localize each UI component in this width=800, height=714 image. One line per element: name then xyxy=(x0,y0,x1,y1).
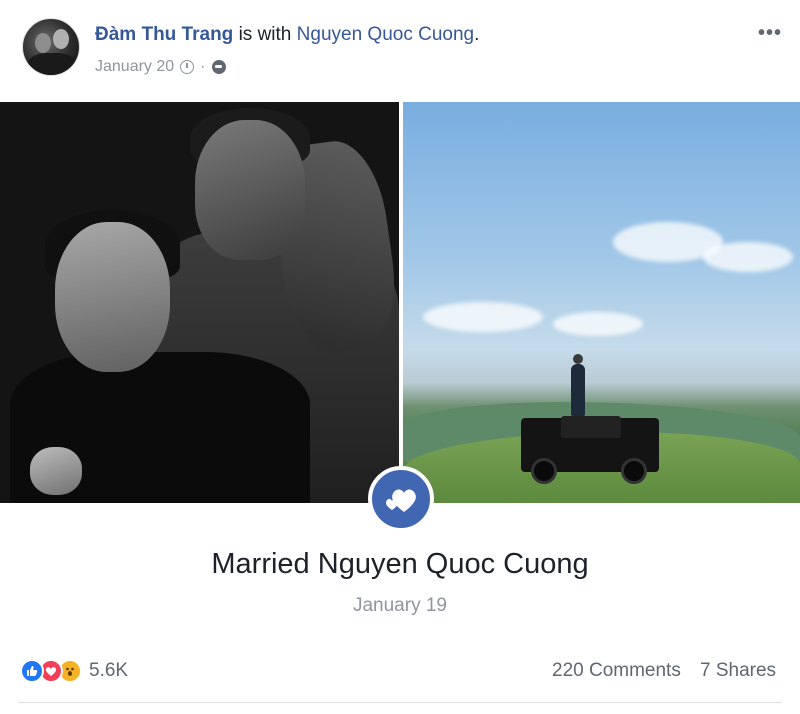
landscape-photo[interactable] xyxy=(403,102,800,503)
clock-icon xyxy=(180,60,195,74)
reactions-summary[interactable]: 5.6K xyxy=(20,659,128,683)
comments-count-link[interactable]: 220 Comments xyxy=(552,660,681,682)
author-name-link[interactable]: Đàm Thu Trang xyxy=(95,24,233,45)
globe-privacy-icon[interactable] xyxy=(211,60,226,74)
life-event-badge xyxy=(368,466,434,532)
meta-separator: · xyxy=(200,58,206,75)
more-options-button[interactable]: ••• xyxy=(758,22,782,45)
reaction-count: 5.6K xyxy=(89,660,129,681)
hearts-icon xyxy=(386,489,416,512)
life-event-date: January 19 xyxy=(352,595,447,616)
footer-divider xyxy=(18,702,782,703)
post-header-line: Đàm Thu Trang is with Nguyen Quoc Cuong. xyxy=(95,24,479,46)
life-event-title: Married Nguyen Quoc Cuong xyxy=(211,548,589,580)
photo-grid xyxy=(0,102,800,503)
author-avatar[interactable] xyxy=(22,18,80,76)
post-footer: 5.6K 220 Comments 7 Shares xyxy=(0,650,800,690)
tagged-person-link[interactable]: Nguyen Quoc Cuong xyxy=(297,24,474,45)
post-date-link[interactable]: January 20 xyxy=(95,58,174,76)
couple-photo[interactable] xyxy=(0,102,399,503)
like-reaction-icon xyxy=(20,659,44,683)
with-text: is with xyxy=(233,24,297,45)
header-period: . xyxy=(474,24,480,45)
shares-count-link[interactable]: 7 Shares xyxy=(700,660,776,682)
post-header: Đàm Thu Trang is with Nguyen Quoc Cuong.… xyxy=(0,0,800,102)
post-meta: January 20 · xyxy=(95,58,226,76)
